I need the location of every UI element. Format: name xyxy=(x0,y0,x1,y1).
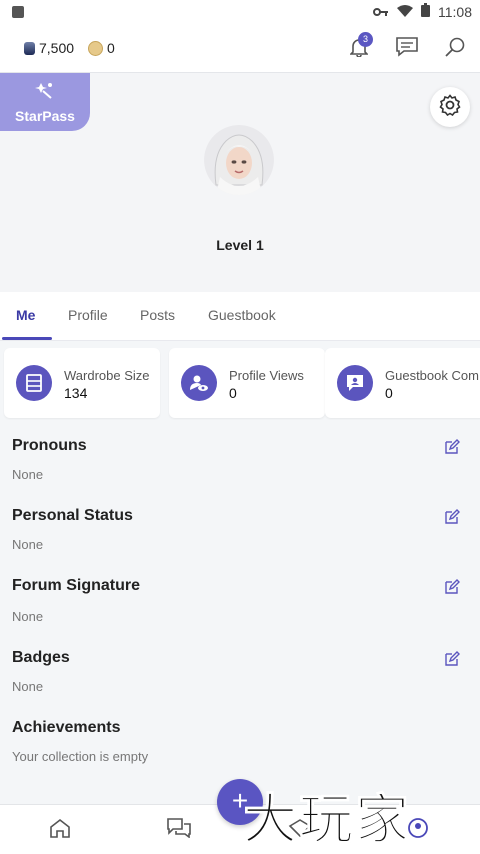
stat-card-profile-views[interactable]: Profile Views 0 xyxy=(169,348,325,418)
starpass-label: StarPass xyxy=(15,108,75,124)
section-forum-signature: Forum Signature None xyxy=(0,577,480,647)
notifications-button[interactable]: 3 xyxy=(346,32,373,62)
coin-icon xyxy=(88,40,103,56)
avatar[interactable] xyxy=(204,125,274,195)
wardrobe-icon xyxy=(16,365,52,401)
section-title: Forum Signature xyxy=(12,577,141,594)
settings-button[interactable] xyxy=(430,87,470,127)
section-title: Pronouns xyxy=(12,437,87,454)
active-tab-indicator xyxy=(2,337,52,340)
wifi-icon xyxy=(397,4,413,20)
key-icon xyxy=(373,4,389,20)
stats-row: Wardrobe Size 134 Profile Views 0 Guestb… xyxy=(0,348,480,420)
edit-icon[interactable] xyxy=(444,439,460,455)
section-title: Achievements xyxy=(12,719,121,736)
stat-card-guestbook[interactable]: Guestbook Com 0 xyxy=(325,348,480,418)
gem-balance[interactable]: 7,500 xyxy=(24,40,74,56)
nav-chat[interactable] xyxy=(166,817,192,843)
watermark-text: 大玩家 xyxy=(243,788,411,852)
tab-guestbook[interactable]: Guestbook xyxy=(208,307,276,323)
section-title: Badges xyxy=(12,649,70,666)
coin-count: 0 xyxy=(107,40,115,56)
stat-label: Guestbook Com xyxy=(385,368,479,383)
section-value: Your collection is empty xyxy=(12,749,149,764)
starpass-icon xyxy=(35,83,55,103)
level-label: Level 1 xyxy=(216,237,264,253)
section-badges: Badges None xyxy=(0,649,480,719)
section-pronouns: Pronouns None xyxy=(0,437,480,507)
status-time: 11:08 xyxy=(438,3,472,20)
stat-value: 134 xyxy=(64,385,88,401)
section-value: None xyxy=(12,609,44,624)
stat-card-wardrobe[interactable]: Wardrobe Size 134 xyxy=(4,348,160,418)
gem-icon xyxy=(24,41,35,55)
section-value: None xyxy=(12,467,44,482)
profile-views-icon xyxy=(181,365,217,401)
guestbook-icon xyxy=(337,365,373,401)
coin-balance[interactable]: 0 xyxy=(88,40,115,56)
chat-icon xyxy=(167,817,191,843)
tab-me[interactable]: Me xyxy=(16,307,35,323)
edit-icon[interactable] xyxy=(444,651,460,667)
edit-icon[interactable] xyxy=(444,509,460,525)
stat-label: Profile Views xyxy=(229,368,304,383)
home-icon xyxy=(49,818,71,843)
profile-header: StarPass Level 1 xyxy=(0,73,480,292)
notification-badge: 3 xyxy=(358,32,373,47)
tab-posts[interactable]: Posts xyxy=(140,307,175,323)
search-icon xyxy=(445,37,465,62)
stat-value: 0 xyxy=(229,385,237,401)
section-title: Personal Status xyxy=(12,507,133,524)
status-app-icon xyxy=(12,6,24,18)
search-button[interactable] xyxy=(442,36,468,62)
gem-count: 7,500 xyxy=(39,40,75,56)
top-bar: 7,500 0 3 xyxy=(0,26,480,73)
profile-tabs: Me Profile Posts Guestbook xyxy=(0,292,480,341)
nav-home[interactable] xyxy=(47,817,73,843)
status-bar: 11:08 xyxy=(0,0,480,26)
starpass-button[interactable]: StarPass xyxy=(0,73,90,131)
section-value: None xyxy=(12,679,44,694)
section-value: None xyxy=(12,537,44,552)
messages-button[interactable] xyxy=(394,36,420,62)
stat-value: 0 xyxy=(385,385,393,401)
gear-icon xyxy=(439,93,461,121)
edit-icon[interactable] xyxy=(444,579,460,595)
message-icon xyxy=(396,36,418,62)
battery-icon xyxy=(421,3,430,20)
section-personal-status: Personal Status None xyxy=(0,507,480,577)
stat-label: Wardrobe Size xyxy=(64,368,150,383)
tab-profile[interactable]: Profile xyxy=(68,307,108,323)
